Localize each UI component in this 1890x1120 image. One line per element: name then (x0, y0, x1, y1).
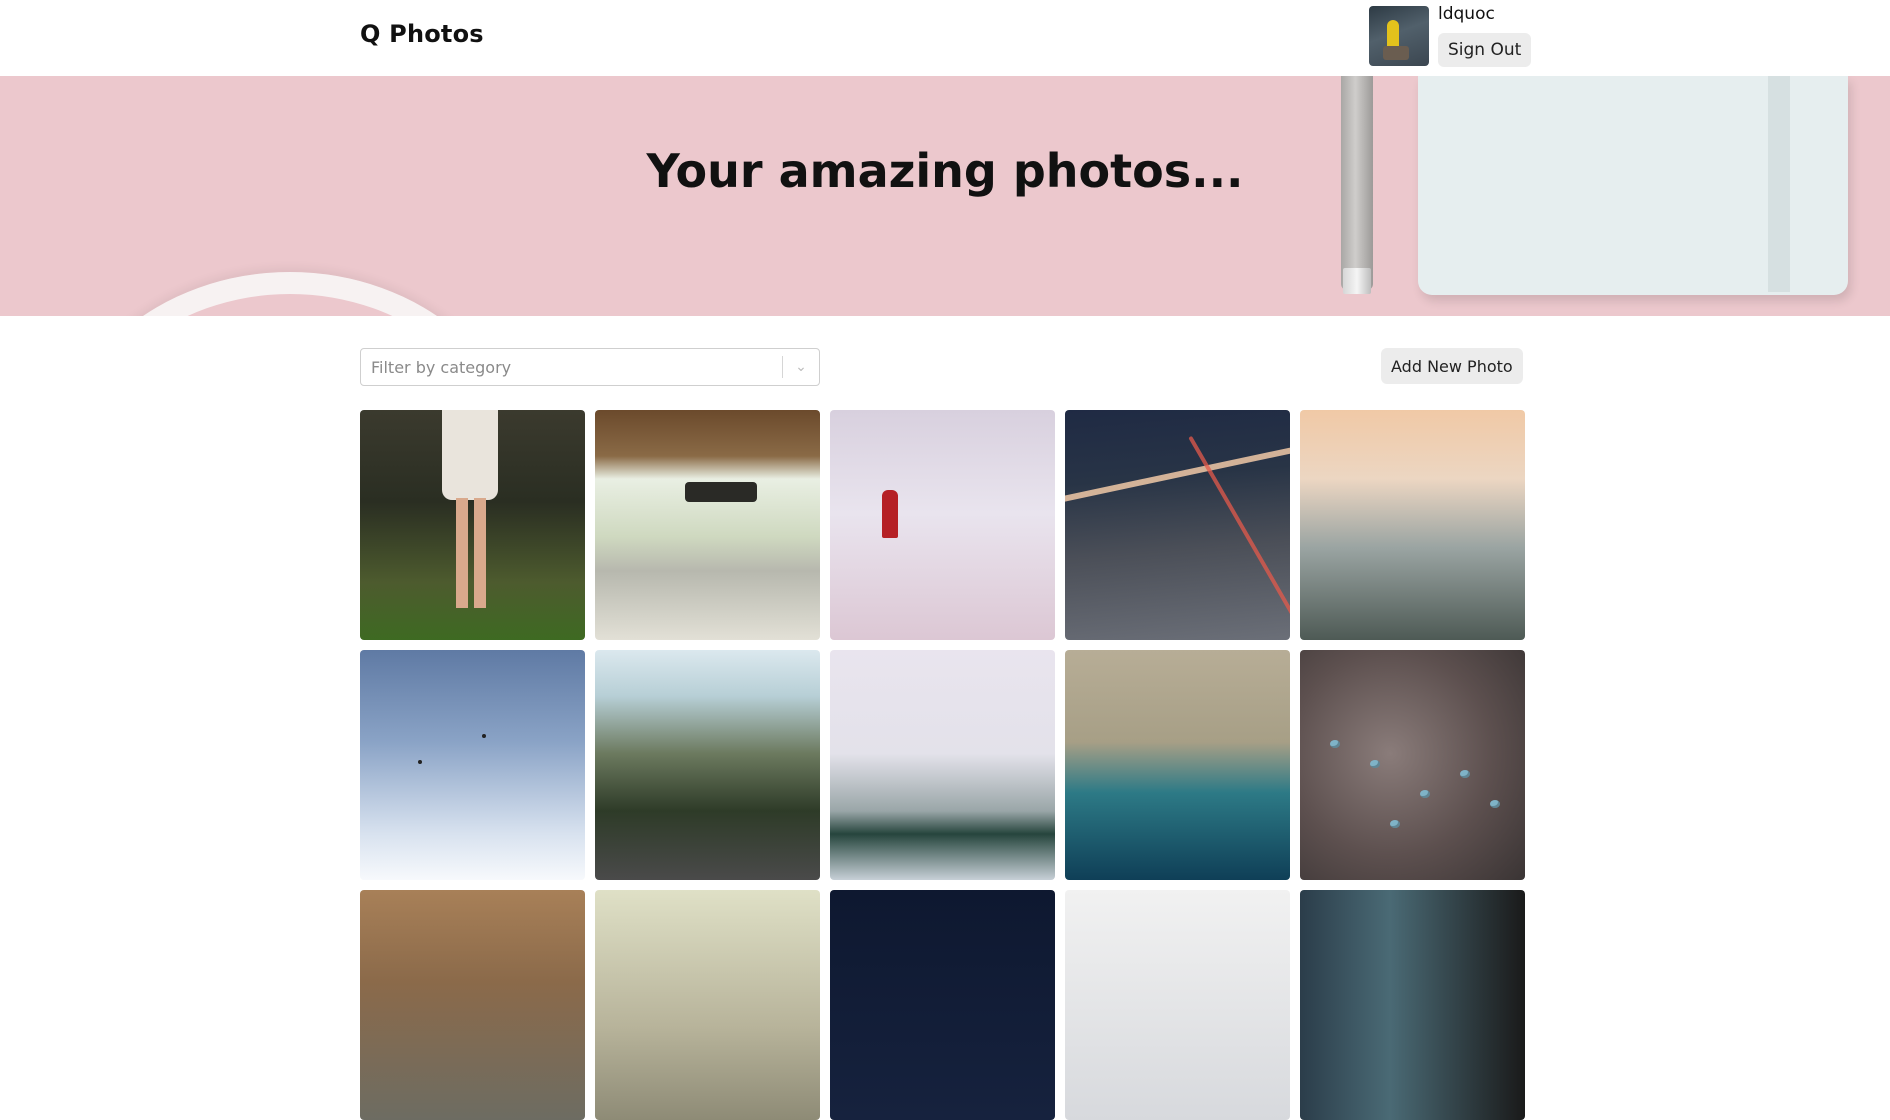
photo-tile[interactable] (1300, 410, 1525, 640)
photo-tile[interactable] (360, 650, 585, 880)
sign-out-button[interactable]: Sign Out (1438, 33, 1532, 67)
photo-tile[interactable] (830, 410, 1055, 640)
app-logo[interactable]: Q Photos (360, 20, 484, 48)
photo-tile[interactable] (1300, 890, 1525, 1120)
photo-tile[interactable] (360, 410, 585, 640)
gallery-toolbar: Filter by category ⌄ Add New Photo (0, 316, 1890, 410)
pen-tip-decoration (1343, 268, 1371, 294)
photo-tile[interactable] (1065, 410, 1290, 640)
photo-tile[interactable] (1065, 650, 1290, 880)
photo-tile[interactable] (830, 890, 1055, 1120)
chevron-down-icon[interactable]: ⌄ (783, 359, 819, 375)
photo-tile[interactable] (595, 410, 820, 640)
photo-tile[interactable] (360, 890, 585, 1120)
photo-grid (360, 410, 1525, 1120)
photo-tile[interactable] (1065, 890, 1290, 1120)
photo-tile[interactable] (595, 890, 820, 1120)
user-avatar[interactable] (1369, 6, 1429, 66)
category-filter-select[interactable]: Filter by category ⌄ (360, 348, 820, 386)
photo-tile[interactable] (830, 650, 1055, 880)
photo-tile[interactable] (1300, 650, 1525, 880)
app-header: Q Photos ldquoc Sign Out (0, 0, 1890, 76)
hero-title: Your amazing photos... (646, 144, 1244, 198)
photo-tile[interactable] (595, 650, 820, 880)
username-label: ldquoc (1438, 4, 1495, 24)
headphone-decoration (50, 272, 530, 316)
hero-banner: Your amazing photos... (0, 76, 1890, 316)
category-filter-placeholder: Filter by category (371, 357, 512, 377)
add-new-photo-button[interactable]: Add New Photo (1381, 348, 1523, 384)
